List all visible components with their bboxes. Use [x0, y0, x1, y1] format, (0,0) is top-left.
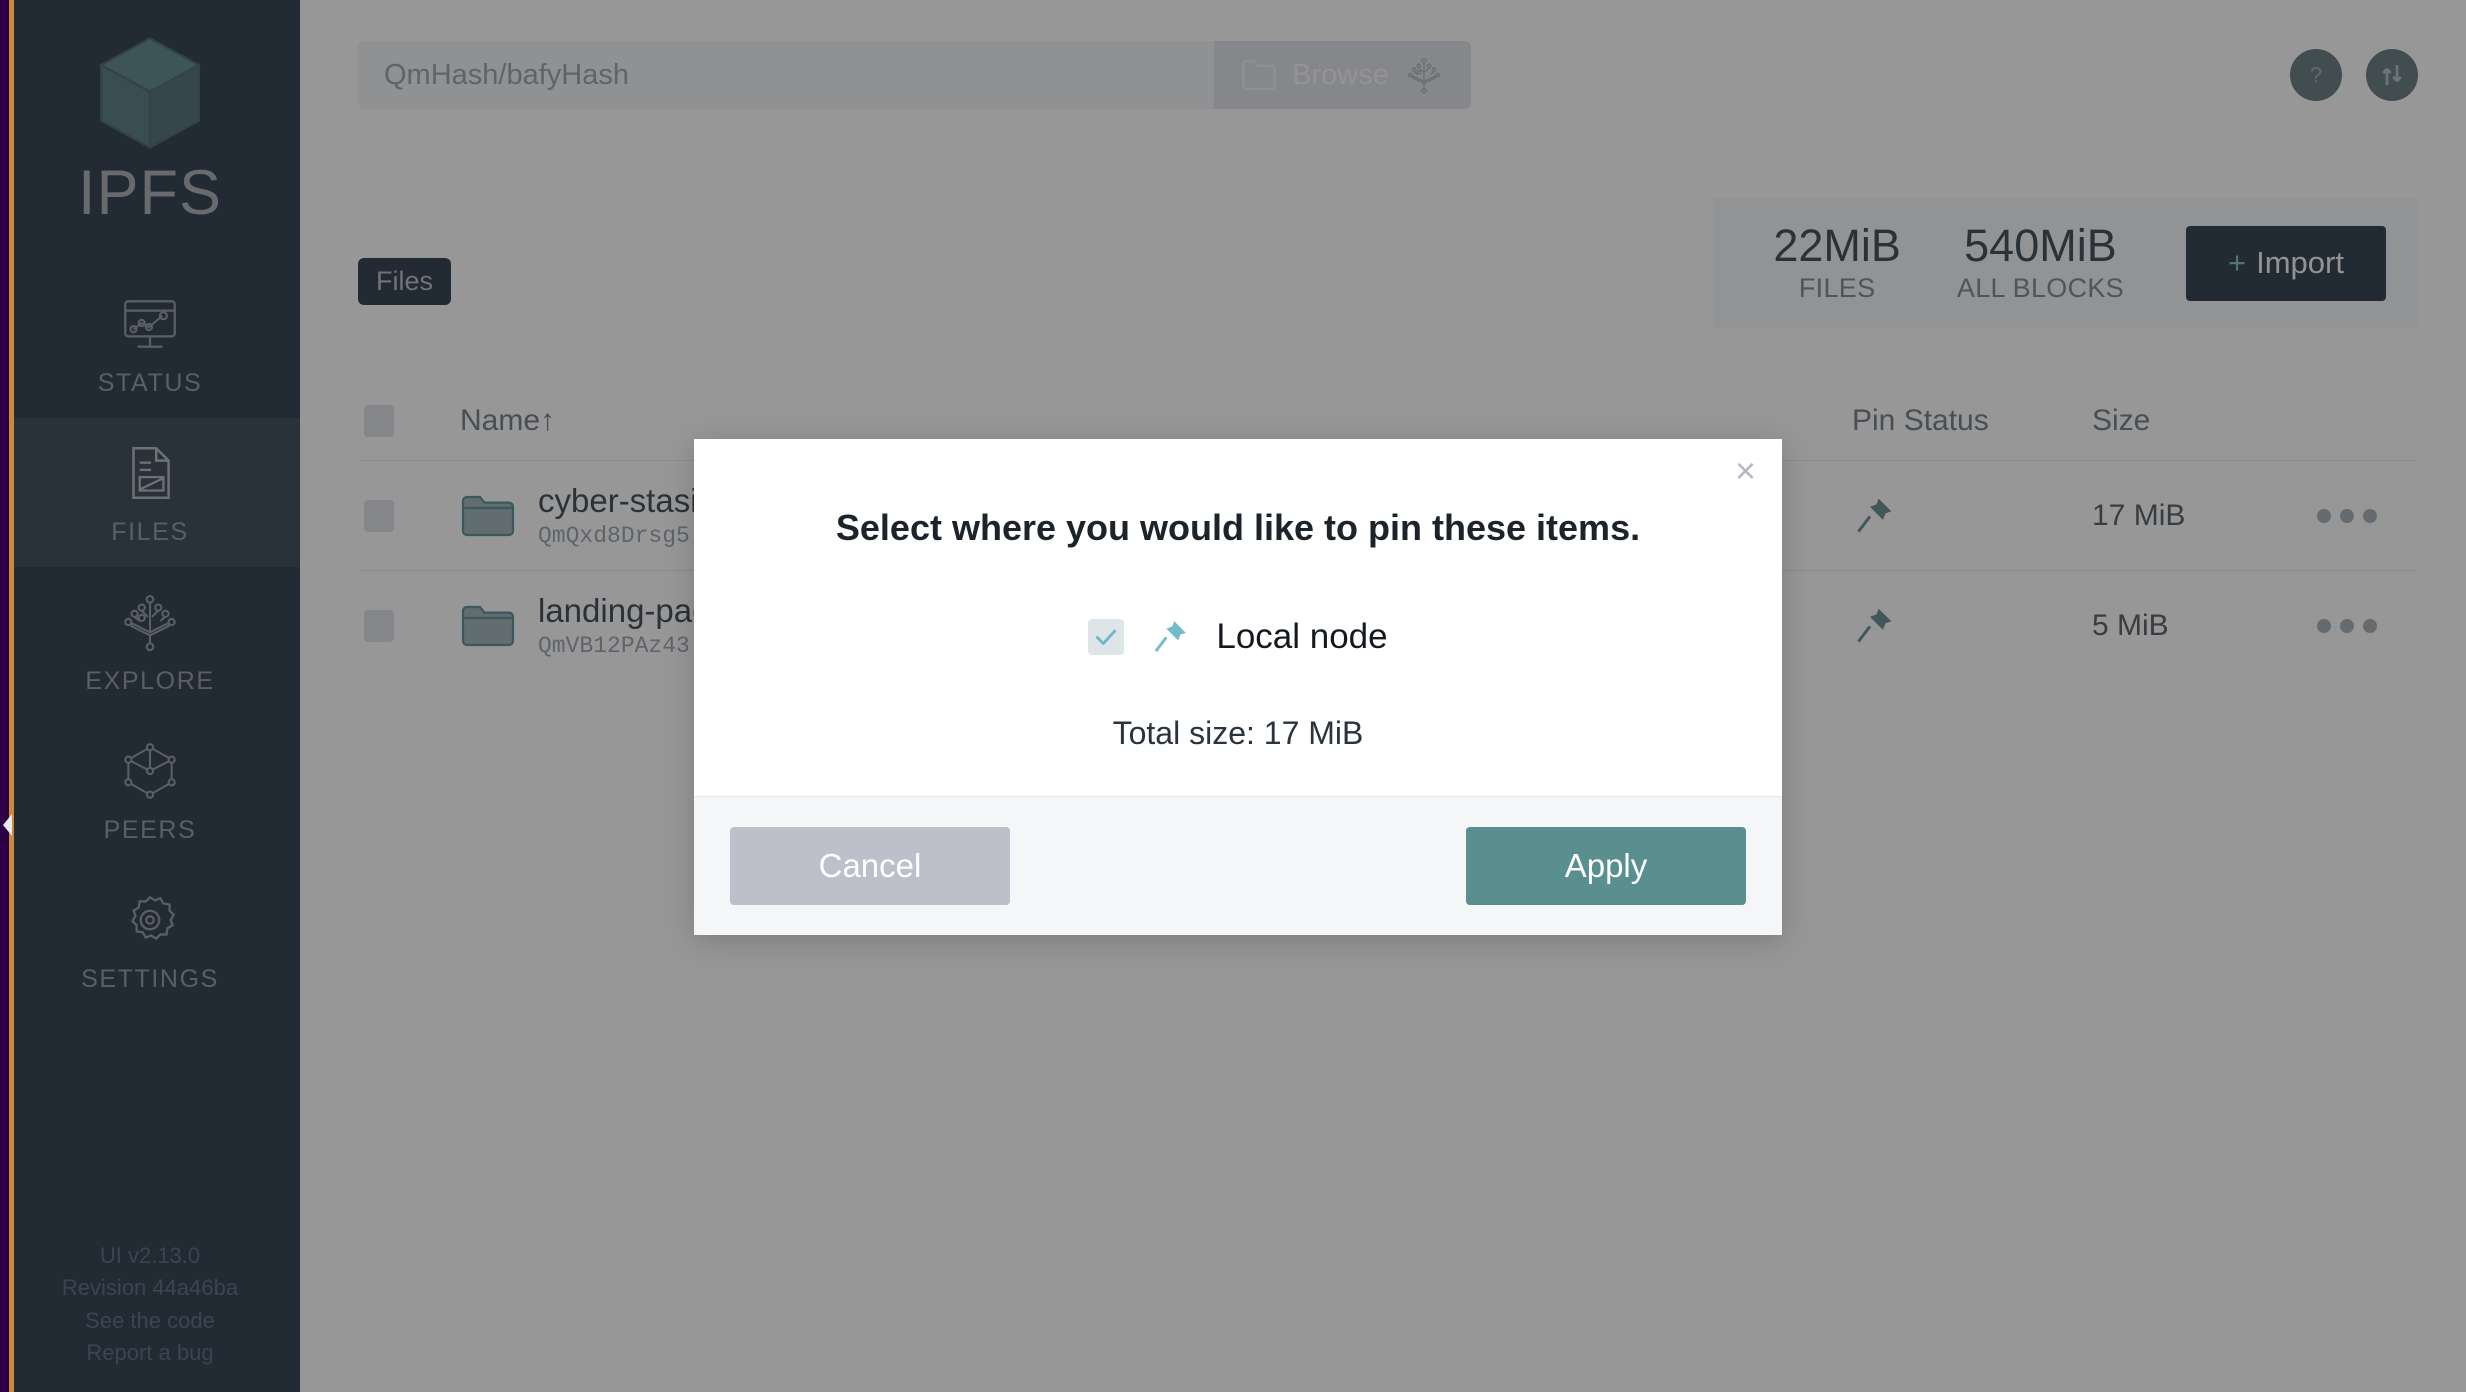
pin-option-label: Local node: [1216, 617, 1388, 656]
app-root: IPFS STATUS: [0, 0, 2466, 1392]
apply-button[interactable]: Apply: [1466, 827, 1746, 905]
modal-body: × Select where you would like to pin the…: [694, 439, 1782, 796]
modal-footer: Cancel Apply: [694, 796, 1782, 935]
pin-option-local-node[interactable]: Local node: [754, 617, 1722, 657]
checkmark-icon: [1096, 629, 1117, 645]
cancel-button[interactable]: Cancel: [730, 827, 1010, 905]
window-edge-purple-strip: [0, 0, 9, 1392]
sidebar-collapse-arrow-icon[interactable]: [0, 812, 14, 838]
window-edge-gold-strip: [9, 0, 14, 1392]
close-icon[interactable]: ×: [1735, 453, 1756, 489]
modal-title: Select where you would like to pin these…: [835, 507, 1641, 548]
pin-selection-modal: × Select where you would like to pin the…: [694, 439, 1782, 935]
total-size-label: Total size: 17 MiB: [1112, 715, 1364, 751]
pin-icon: [1155, 621, 1187, 653]
local-node-checkbox[interactable]: [1088, 619, 1125, 655]
